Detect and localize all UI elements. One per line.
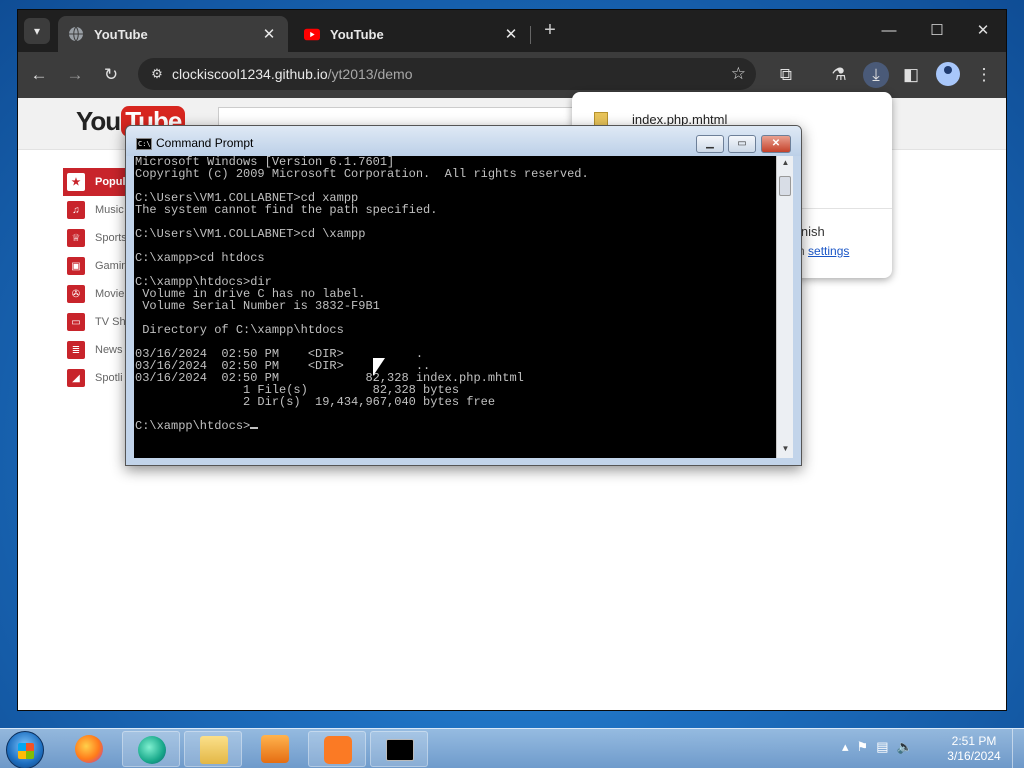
guide-item-label: TV Sh	[95, 316, 126, 328]
guide-item-label: Music	[95, 204, 124, 216]
tab-youtube-active[interactable]: YouTube ✕	[58, 16, 288, 52]
url-path: /yt2013/demo	[327, 66, 413, 82]
system-tray: ▴ ⚑ ▤ 🔈	[842, 739, 913, 755]
show-hidden-icons-icon[interactable]: ▴	[842, 739, 849, 755]
console-line: C:\xampp>cd htdocs	[135, 251, 265, 265]
mouse-pointer-icon	[373, 358, 385, 376]
guide-item-label: Movie	[95, 288, 125, 300]
tab-strip: ▾ YouTube ✕ YouTube ✕ + — ☐ ✕	[18, 10, 1006, 52]
globe-favicon-icon	[68, 26, 84, 42]
minimize-window-button[interactable]: —	[866, 16, 912, 46]
scroll-thumb[interactable]	[779, 176, 791, 196]
cmd-icon	[386, 739, 414, 761]
forward-icon[interactable]: →	[62, 62, 88, 88]
maximize-window-button[interactable]: ☐	[914, 16, 960, 46]
extensions-icon[interactable]: ⧉	[773, 62, 799, 88]
new-tab-icon[interactable]: +	[538, 19, 562, 43]
star-icon: ★	[67, 173, 85, 191]
cmd-app-icon: C:\	[136, 138, 152, 150]
download-settings-text: n settings	[798, 244, 849, 258]
console-line: Copyright (c) 2009 Microsoft Corporation…	[135, 167, 589, 181]
tab-divider	[530, 26, 531, 44]
taskbar-command-prompt[interactable]	[370, 731, 428, 767]
close-window-button[interactable]: ✕	[960, 16, 1006, 46]
console-prompt: C:\xampp\htdocs>	[134, 420, 776, 432]
folder-icon	[200, 736, 228, 764]
back-icon[interactable]: ←	[26, 62, 52, 88]
tab-youtube[interactable]: YouTube ✕	[294, 16, 530, 52]
network-icon[interactable]: ▤	[876, 739, 888, 755]
firefox-icon	[75, 735, 103, 763]
console-line: C:\Users\VM1.COLLABNET>cd \xampp	[135, 227, 366, 241]
console-line: Directory of C:\xampp\htdocs	[135, 323, 344, 337]
cmd-maximize-button[interactable]: ▭	[728, 135, 756, 153]
cmd-title-bar[interactable]: C:\ Command Prompt ▁ ▭ ✕	[126, 126, 801, 156]
guide-item-label: News	[95, 344, 123, 356]
taskbar-firefox[interactable]	[60, 731, 118, 767]
clock-date: 3/16/2024	[947, 749, 1001, 763]
spotlight-icon: ◢	[67, 369, 85, 387]
cmd-minimize-button[interactable]: ▁	[696, 135, 724, 153]
cmd-console[interactable]: Microsoft Windows [Version 6.1.7601] Copy…	[134, 156, 776, 458]
download-icon[interactable]: ⤓	[863, 62, 889, 88]
text-cursor	[250, 427, 259, 429]
logo-you: You	[76, 106, 121, 136]
film-reel-icon: ✇	[67, 285, 85, 303]
url-host: clockiscool1234.github.io	[172, 66, 328, 82]
guide-item-label: Spotli	[95, 372, 123, 384]
labs-icon[interactable]: ⚗	[826, 62, 852, 88]
gamepad-icon: ▣	[67, 257, 85, 275]
tab-title: YouTube	[330, 26, 384, 42]
address-bar[interactable]: ⚙ clockiscool1234.github.io/yt2013/demo …	[138, 58, 756, 90]
browser-app-icon	[138, 736, 166, 764]
side-panel-icon[interactable]: ◧	[898, 62, 924, 88]
tv-icon: ▭	[67, 313, 85, 331]
scroll-down-icon[interactable]: ▼	[777, 442, 794, 456]
console-line: Volume Serial Number is 3832-F9B1	[135, 299, 380, 313]
bookmark-star-icon[interactable]: ☆	[731, 64, 746, 84]
headphones-icon: ♫	[67, 201, 85, 219]
taskbar-file-explorer[interactable]	[184, 731, 242, 767]
taskbar-clock[interactable]: 2:51 PM 3/16/2024	[940, 734, 1008, 764]
media-player-icon	[261, 735, 289, 763]
trophy-icon: ♕	[67, 229, 85, 247]
command-prompt-window: C:\ Command Prompt ▁ ▭ ✕ Microsoft Windo…	[125, 125, 802, 466]
taskbar-media-player[interactable]	[246, 731, 304, 767]
volume-muted-icon[interactable]: 🔈	[896, 739, 912, 755]
cmd-window-title: Command Prompt	[156, 136, 254, 150]
more-menu-icon[interactable]: ⋮	[971, 62, 997, 88]
taskbar-xampp[interactable]	[308, 731, 366, 767]
guide-item-label: Sports	[95, 232, 127, 244]
tab-search-icon: ▾	[33, 24, 41, 38]
profile-icon[interactable]	[936, 62, 960, 86]
guide-item-label: Gamin	[95, 260, 128, 272]
site-info-icon[interactable]: ⚙	[142, 66, 172, 82]
show-desktop-button[interactable]	[1012, 729, 1024, 768]
prompt-text: C:\xampp\htdocs>	[135, 419, 251, 433]
tab-close-icon[interactable]: ✕	[502, 25, 520, 43]
url-text[interactable]: clockiscool1234.github.io/yt2013/demo	[172, 66, 413, 82]
action-center-flag-icon[interactable]: ⚑	[857, 739, 869, 755]
youtube-favicon-icon	[304, 26, 320, 42]
taskbar: ▴ ⚑ ▤ 🔈 2:51 PM 3/16/2024	[0, 728, 1024, 768]
guide-item-label: Popul	[95, 176, 126, 188]
scroll-up-icon[interactable]: ▲	[777, 156, 794, 170]
tab-search-button[interactable]: ▾	[24, 18, 50, 44]
cmd-scrollbar[interactable]: ▲ ▼	[776, 156, 793, 458]
taskbar-browser-app[interactable]	[122, 731, 180, 767]
tab-close-icon[interactable]: ✕	[260, 25, 278, 43]
console-line: The system cannot find the path specifie…	[135, 203, 438, 217]
newspaper-icon: ≣	[67, 341, 85, 359]
cmd-close-button[interactable]: ✕	[761, 135, 791, 153]
start-button[interactable]	[6, 731, 44, 768]
tab-title: YouTube	[94, 26, 148, 42]
clock-time: 2:51 PM	[951, 734, 997, 748]
console-line: 2 Dir(s) 19,434,967,040 bytes free	[135, 395, 496, 409]
download-finish-text: inish	[798, 224, 825, 239]
reload-icon[interactable]: ↻	[98, 62, 124, 88]
xampp-icon	[324, 736, 352, 764]
settings-link[interactable]: settings	[808, 244, 849, 258]
